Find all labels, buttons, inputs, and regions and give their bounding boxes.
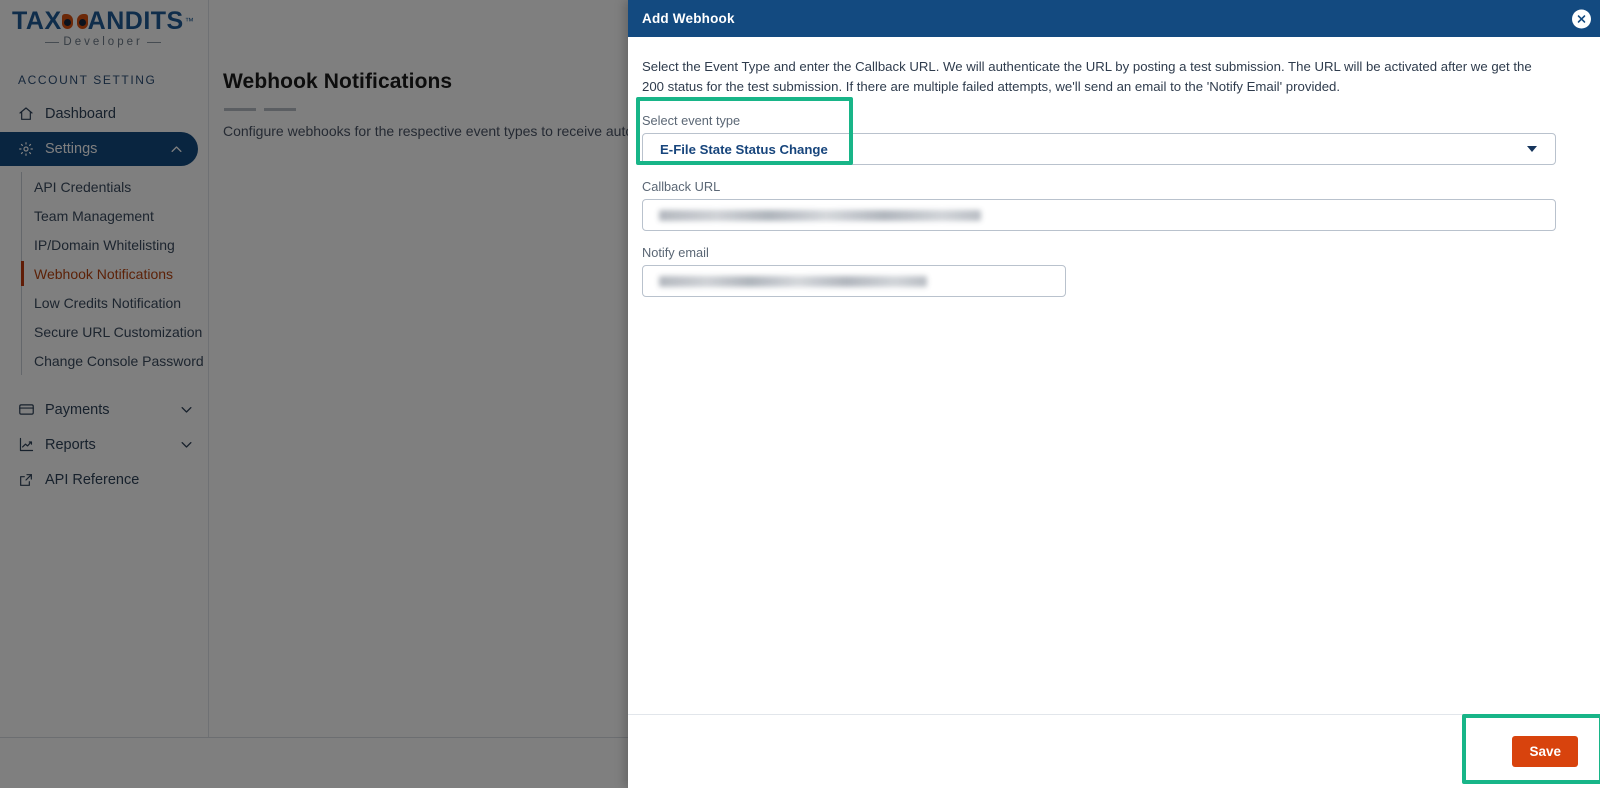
save-button[interactable]: Save [1512,736,1578,767]
modal-description: Select the Event Type and enter the Call… [642,59,1532,95]
event-type-field-block: Select event type E-File State Status Ch… [642,113,1586,166]
callback-url-label: Callback URL [642,179,721,195]
event-type-select[interactable]: E-File State Status Change [642,133,1556,166]
chevron-down-icon[interactable] [1527,146,1537,153]
notify-email-input[interactable] [642,265,1066,298]
modal-title: Add Webhook [642,11,735,26]
modal-header: Add Webhook [628,0,1600,37]
close-icon[interactable] [1572,9,1591,28]
callback-url-field-block: Callback URL [642,179,1586,232]
callback-url-input[interactable] [642,199,1556,232]
event-type-selected-value: E-File State Status Change [660,141,828,157]
modal-footer: Save [628,714,1600,788]
callback-url-redacted-value [659,209,981,221]
notify-email-field-block: Notify email [642,245,1586,298]
event-type-label: Select event type [642,113,741,129]
modal-body: Select the Event Type and enter the Call… [628,37,1600,714]
add-webhook-modal: Add Webhook Select the Event Type and en… [628,0,1600,788]
notify-email-redacted-value [659,275,927,287]
notify-email-label: Notify email [642,245,709,261]
